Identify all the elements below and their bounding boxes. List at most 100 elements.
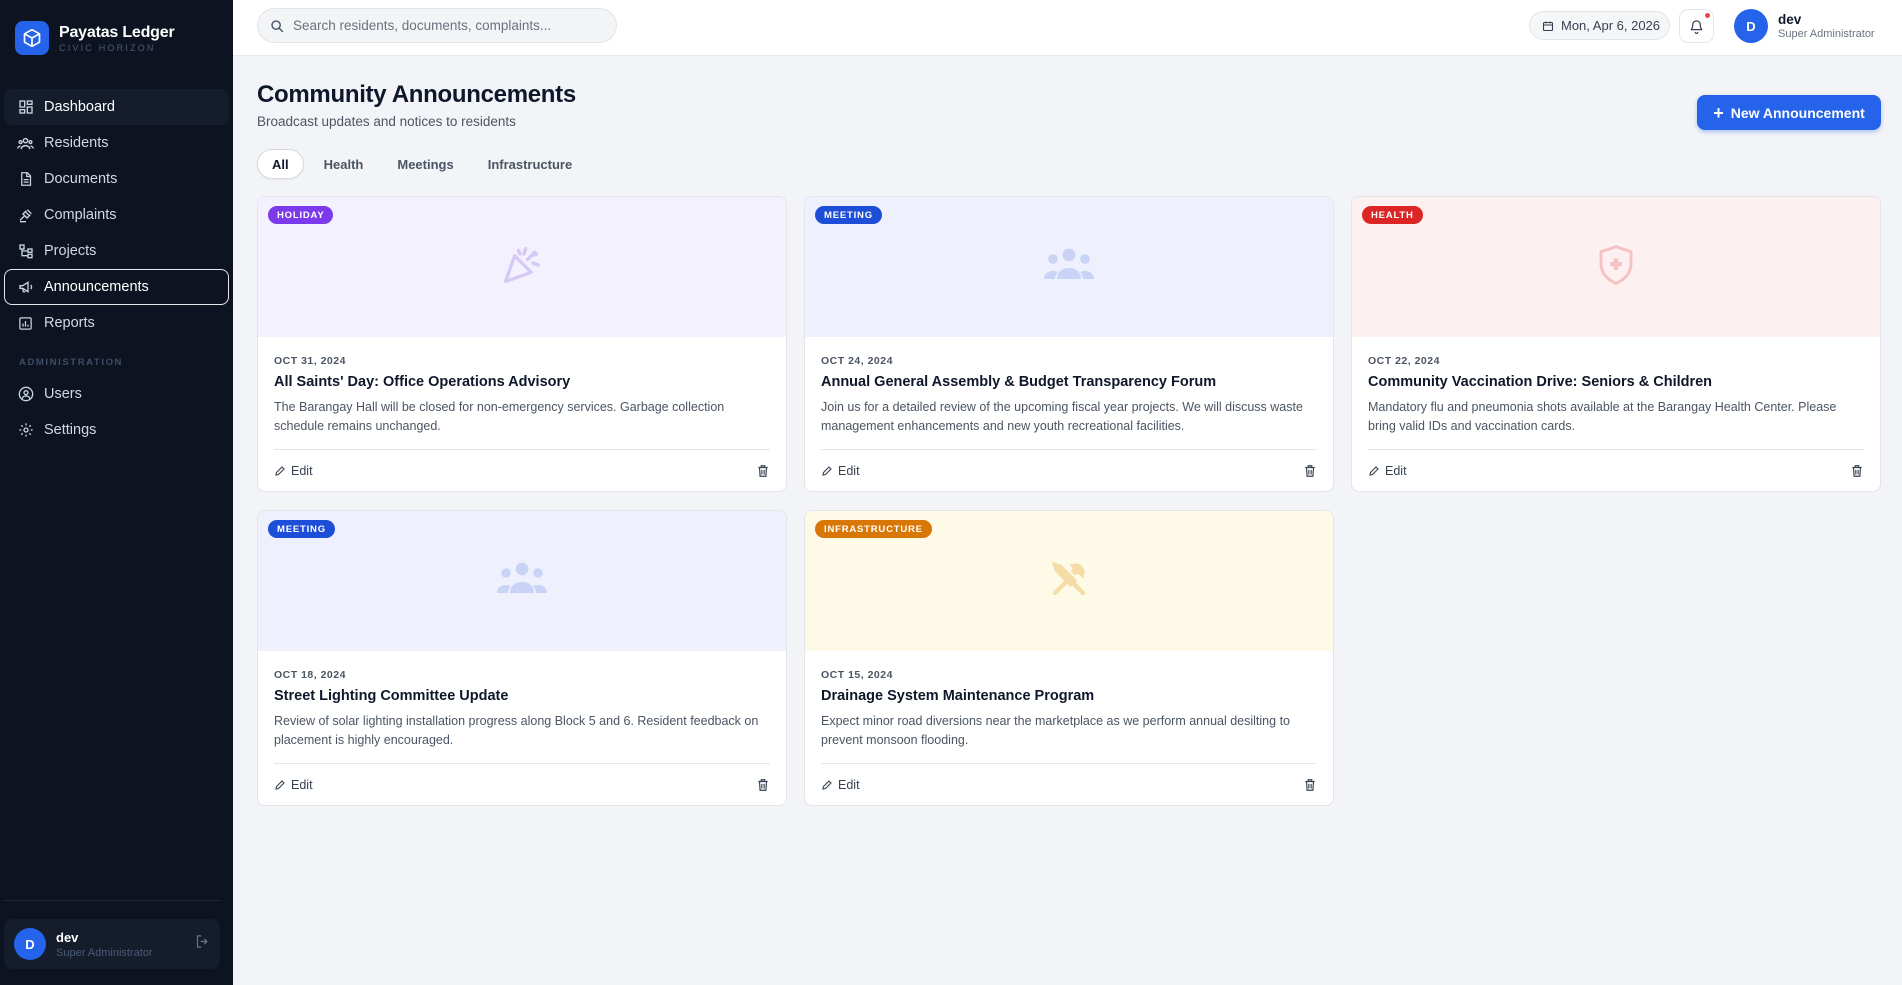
current-date: Mon, Apr 6, 2026 xyxy=(1561,18,1661,33)
avatar: D xyxy=(1734,9,1768,43)
trash-icon[interactable] xyxy=(1303,778,1317,792)
search-input[interactable] xyxy=(293,18,593,33)
card-description: Review of solar lighting installation pr… xyxy=(274,714,759,747)
avatar: D xyxy=(14,928,46,960)
trash-icon[interactable] xyxy=(756,778,770,792)
people-icon xyxy=(17,135,34,152)
edit-button[interactable]: Edit xyxy=(274,464,313,478)
card-date: OCT 24, 2024 xyxy=(821,355,893,367)
header-user-menu[interactable]: D dev Super Administrator xyxy=(1734,9,1875,43)
announcement-card: MEETING OCT 24, 2024 Annual General Asse… xyxy=(804,196,1334,492)
card-title: All Saints' Day: Office Operations Advis… xyxy=(274,374,571,390)
card-date: OCT 15, 2024 xyxy=(821,669,893,681)
card-banner: HEALTH xyxy=(1352,197,1880,337)
group-icon xyxy=(496,557,548,606)
card-banner: HOLIDAY xyxy=(258,197,786,337)
trash-icon[interactable] xyxy=(756,464,770,478)
sidebar-item-complaints[interactable]: Complaints xyxy=(4,197,229,233)
edit-label: Edit xyxy=(291,463,313,478)
users-icon xyxy=(17,386,34,403)
card-banner: MEETING xyxy=(258,511,786,651)
pencil-icon xyxy=(274,779,286,791)
sidebar-item-reports[interactable]: Reports xyxy=(4,305,229,341)
card-description: Mandatory flu and pneumonia shots availa… xyxy=(1368,400,1837,433)
header-user-role: Super Administrator xyxy=(1778,28,1875,40)
top-header: Mon, Apr 6, 2026 D dev Super Administrat… xyxy=(233,0,1902,56)
gear-icon xyxy=(17,422,34,439)
new-announcement-button[interactable]: + New Announcement xyxy=(1697,95,1881,130)
tab-all[interactable]: All xyxy=(257,149,304,179)
tab-health[interactable]: Health xyxy=(310,149,378,179)
card-title: Street Lighting Committee Update xyxy=(274,688,509,704)
tab-meetings[interactable]: Meetings xyxy=(383,149,467,179)
pencil-icon xyxy=(274,465,286,477)
category-tag: MEETING xyxy=(815,206,882,224)
sidebar-item-users[interactable]: Users xyxy=(4,376,229,412)
edit-label: Edit xyxy=(838,463,860,478)
date-chip[interactable]: Mon, Apr 6, 2026 xyxy=(1529,11,1670,40)
brand[interactable]: Payatas Ledger CIVIC HORIZON xyxy=(0,0,233,76)
notification-dot xyxy=(1705,13,1710,18)
card-description: The Barangay Hall will be closed for non… xyxy=(274,400,725,433)
admin-section-heading: ADMINISTRATION xyxy=(19,357,124,368)
card-title: Annual General Assembly & Budget Transpa… xyxy=(821,374,1217,390)
sidebar-user-card[interactable]: D dev Super Administrator xyxy=(4,919,220,969)
sidebar-item-projects[interactable]: Projects xyxy=(4,233,229,269)
edit-button[interactable]: Edit xyxy=(821,464,860,478)
card-date: OCT 22, 2024 xyxy=(1368,355,1440,367)
edit-button[interactable]: Edit xyxy=(1368,464,1407,478)
sidebar-item-documents[interactable]: Documents xyxy=(4,161,229,197)
edit-button[interactable]: Edit xyxy=(821,778,860,792)
announcement-card: HEALTH OCT 22, 2024 Community Vaccinatio… xyxy=(1351,196,1881,492)
sidebar-user-name: dev xyxy=(56,929,79,945)
page-subtitle: Broadcast updates and notices to residen… xyxy=(257,114,516,129)
card-date: OCT 31, 2024 xyxy=(274,355,346,367)
card-description: Expect minor road diversions near the ma… xyxy=(821,714,1290,747)
sidebar-item-settings[interactable]: Settings xyxy=(4,412,229,448)
gavel-icon xyxy=(17,207,34,224)
sidebar-item-label: Documents xyxy=(44,171,118,187)
card-title: Drainage System Maintenance Program xyxy=(821,688,1095,704)
trash-icon[interactable] xyxy=(1303,464,1317,478)
category-tag: HEALTH xyxy=(1362,206,1423,224)
sidebar-item-label: Settings xyxy=(44,422,97,438)
bell-icon xyxy=(1689,19,1704,34)
category-tag: INFRASTRUCTURE xyxy=(815,520,932,538)
trash-icon[interactable] xyxy=(1850,464,1864,478)
dashboard-icon xyxy=(17,99,34,116)
cube-logo-icon xyxy=(15,21,49,55)
header-user-name: dev xyxy=(1778,12,1802,27)
card-banner: INFRASTRUCTURE xyxy=(805,511,1333,651)
search-icon xyxy=(270,19,284,33)
sidebar-item-label: Projects xyxy=(44,243,97,259)
card-banner: MEETING xyxy=(805,197,1333,337)
page-title: Community Announcements xyxy=(257,81,576,108)
sidebar-item-dashboard[interactable]: Dashboard xyxy=(4,89,229,125)
megaphone-icon xyxy=(17,279,34,296)
search-bar[interactable] xyxy=(257,8,617,43)
calendar-icon xyxy=(1542,20,1554,32)
sidebar-item-residents[interactable]: Residents xyxy=(4,125,229,161)
card-description: Join us for a detailed review of the upc… xyxy=(821,400,1303,433)
logout-icon[interactable] xyxy=(195,934,210,954)
edit-label: Edit xyxy=(1385,463,1407,478)
tab-infrastructure[interactable]: Infrastructure xyxy=(474,149,587,179)
sidebar-item-label: Dashboard xyxy=(44,99,115,115)
new-announcement-label: New Announcement xyxy=(1730,104,1865,121)
document-icon xyxy=(17,171,34,188)
sidebar-item-label: Announcements xyxy=(44,279,149,295)
sidebar-item-label: Residents xyxy=(44,135,109,151)
chart-icon xyxy=(17,315,34,332)
sidebar-item-announcements[interactable]: Announcements xyxy=(4,269,229,305)
brand-subtitle: CIVIC HORIZON xyxy=(59,42,156,53)
party-popper-icon xyxy=(500,243,544,292)
sidebar-item-label: Users xyxy=(44,386,82,402)
edit-label: Edit xyxy=(838,777,860,792)
card-date: OCT 18, 2024 xyxy=(274,669,346,681)
sitemap-icon xyxy=(17,243,34,260)
notifications-button[interactable] xyxy=(1679,9,1714,43)
pencil-icon xyxy=(821,779,833,791)
sidebar-item-label: Complaints xyxy=(44,207,117,223)
filter-tabs: All Health Meetings Infrastructure xyxy=(257,149,592,179)
edit-button[interactable]: Edit xyxy=(274,778,313,792)
